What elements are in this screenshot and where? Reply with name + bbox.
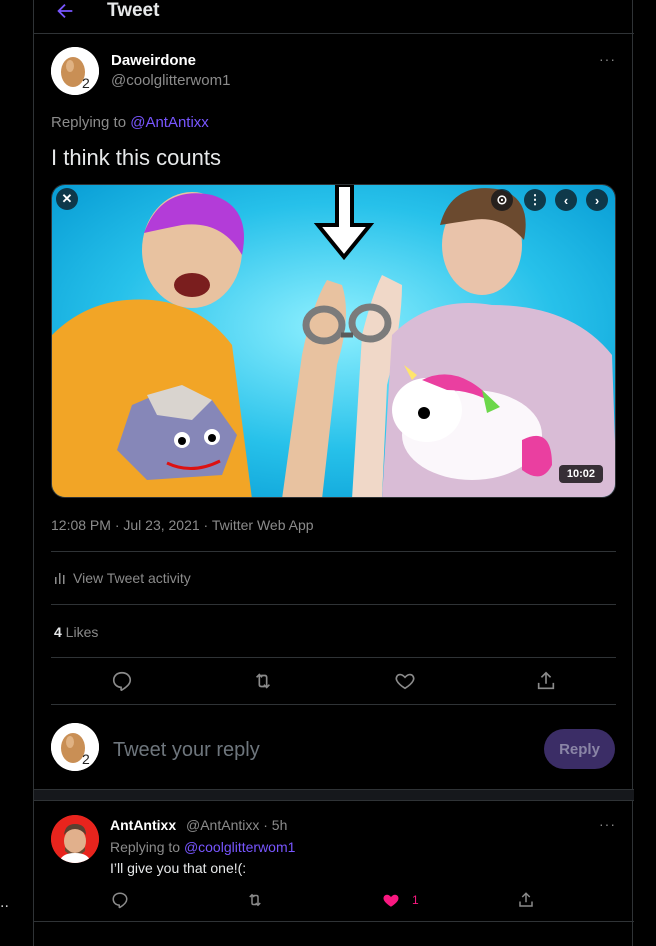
author-handle[interactable]: @coolglitterwom1 (111, 72, 230, 89)
scan-icon[interactable]: ⊙ (491, 189, 513, 211)
page-title: Tweet (107, 0, 160, 21)
replying-to: Replying to @AntAntixx (51, 114, 209, 131)
composer-avatar: 2 (51, 723, 99, 771)
tweet-meta[interactable]: 12:08 PM · Jul 23, 2021 · Twitter Web Ap… (51, 517, 314, 533)
replying-prefix: Replying to (51, 114, 131, 131)
reply-author-meta: @AntAntixx · 5h (186, 817, 287, 833)
close-icon[interactable]: ✕ (56, 188, 78, 210)
reply-time[interactable]: · 5h (259, 817, 287, 833)
view-activity-link[interactable]: View Tweet activity (53, 570, 191, 586)
stray-dots: .. (0, 894, 9, 911)
reply-text: I’ll give you that one!(: (110, 860, 247, 876)
video-duration: 10:02 (558, 465, 603, 483)
replying-to-link[interactable]: @AntAntixx (130, 114, 209, 131)
reply-icon[interactable] (111, 670, 133, 692)
likes-count: 4 (54, 624, 62, 640)
divider (51, 604, 616, 605)
more-options-icon[interactable]: ⋮ (524, 189, 546, 211)
author-name[interactable]: Daweirdone (111, 52, 196, 69)
likes-label: Likes (61, 624, 99, 640)
chevron-left-icon[interactable]: ‹ (555, 189, 577, 211)
reply-reply-icon[interactable] (111, 891, 129, 909)
back-arrow-icon[interactable] (54, 0, 76, 22)
divider (51, 551, 616, 552)
author-avatar[interactable]: 2 (51, 47, 99, 95)
reply-author-handle[interactable]: @AntAntixx (186, 817, 259, 833)
video-thumbnail (52, 185, 615, 497)
reply-button[interactable]: Reply (544, 729, 615, 769)
share-icon[interactable] (535, 670, 557, 692)
activity-label: View Tweet activity (73, 570, 191, 586)
reply-author-avatar[interactable] (51, 815, 99, 863)
divider (51, 657, 616, 658)
reply-input[interactable]: Tweet your reply (113, 739, 260, 762)
divider (51, 704, 616, 705)
more-icon[interactable]: ··· (599, 51, 616, 67)
section-separator (34, 789, 634, 801)
reply-like-count: 1 (412, 893, 419, 907)
divider (34, 921, 634, 922)
reply-author-name[interactable]: AntAntixx (110, 817, 176, 833)
reply-retweet-icon[interactable] (246, 891, 264, 909)
reply-replying-prefix: Replying to (110, 839, 184, 855)
svg-text:2: 2 (82, 751, 90, 767)
tweet-text: I think this counts (51, 145, 221, 170)
reply-replying-to: Replying to @coolglitterwom1 (110, 839, 295, 855)
reply-share-icon[interactable] (517, 891, 535, 909)
svg-text:2: 2 (82, 75, 90, 91)
tweet-column: Tweet 2 Daweirdone @coolglitterwom1 ··· … (33, 0, 634, 946)
reply-replying-to-link[interactable]: @coolglitterwom1 (184, 839, 295, 855)
likes-count-link[interactable]: 4 Likes (54, 624, 98, 640)
retweet-icon[interactable] (252, 670, 274, 692)
page-header: Tweet (34, 0, 634, 34)
activity-icon (55, 573, 65, 584)
reply-more-icon[interactable]: ··· (599, 816, 616, 832)
tweet-video[interactable]: ✕ ⊙ ⋮ ‹ › 10:02 (51, 184, 616, 498)
chevron-right-icon[interactable]: › (586, 189, 608, 211)
like-icon[interactable] (394, 670, 416, 692)
heart-filled-icon[interactable] (382, 891, 400, 909)
